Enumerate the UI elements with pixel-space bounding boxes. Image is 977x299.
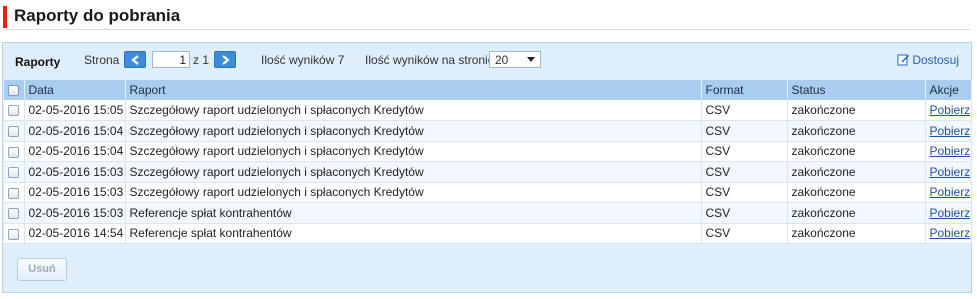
cell-date: 02-05-2016 15:03 [24,161,126,183]
row-checkbox-cell [4,202,25,224]
page-label: Strona [84,53,120,67]
toolbar: Raporty Strona z 1 Ilość wyników 7 Ilość… [3,43,971,79]
reports-panel: Raporty Strona z 1 Ilość wyników 7 Ilość… [2,42,972,293]
cell-action: Pobierz [925,120,972,142]
row-checkbox[interactable] [8,146,19,158]
chevron-left-icon [131,55,139,65]
cell-report: Szczegółowy raport udzielonych i spłacon… [125,141,702,162]
cell-action: Pobierz [925,182,972,203]
table-row: 02-05-2016 15:04 Szczegółowy raport udzi… [4,120,972,142]
download-link[interactable]: Pobierz [930,103,971,117]
cell-report: Szczegółowy raport udzielonych i spłacon… [125,100,702,121]
cell-report: Szczegółowy raport udzielonych i spłacon… [125,182,702,203]
row-checkbox[interactable] [8,208,19,220]
cell-date: 02-05-2016 14:54 [24,223,126,244]
page-of-label: z 1 [193,53,210,67]
cell-format: CSV [701,141,788,162]
download-link[interactable]: Pobierz [930,124,971,138]
cell-action: Pobierz [925,100,972,121]
column-header-date[interactable]: Data [24,80,126,100]
select-all-cell [4,80,25,100]
cell-action: Pobierz [925,202,972,224]
row-checkbox-cell [4,161,25,183]
cell-action: Pobierz [925,223,972,244]
cell-status: zakończone [787,223,926,244]
column-header-status[interactable]: Status [787,80,926,100]
cell-status: zakończone [787,141,926,162]
cell-date: 02-05-2016 15:05 [24,100,126,121]
row-checkbox-cell [4,100,25,121]
section-label: Raporty [15,55,61,69]
cell-format: CSV [701,202,788,224]
download-link[interactable]: Pobierz [930,165,971,179]
cell-report: Referencje spłat kontrahentów [125,202,702,224]
row-checkbox[interactable] [8,126,19,138]
cell-date: 02-05-2016 15:04 [24,120,126,142]
cell-date: 02-05-2016 15:03 [24,202,126,224]
next-page-button[interactable] [214,51,236,68]
cell-status: zakończone [787,120,926,142]
page-number-input[interactable] [152,51,190,68]
table-header-row: Data Raport Format Status Akcje [4,80,972,100]
cell-format: CSV [701,120,788,142]
table-row: 02-05-2016 15:05 Szczegółowy raport udzi… [4,100,972,121]
download-link[interactable]: Pobierz [930,144,971,158]
customize-label: Dostosuj [912,53,959,67]
page-header: Raporty do pobrania [3,4,971,30]
download-link[interactable]: Pobierz [930,185,971,199]
cell-date: 02-05-2016 15:04 [24,141,126,162]
cell-format: CSV [701,182,788,203]
column-header-format[interactable]: Format [701,80,788,100]
cell-format: CSV [701,100,788,121]
row-checkbox[interactable] [8,187,19,199]
reports-table: Data Raport Format Status Akcje 02-05-20… [4,80,972,244]
per-page-select[interactable]: 20 [489,51,541,68]
column-header-report[interactable]: Raport [125,80,702,100]
cell-report: Szczegółowy raport udzielonych i spłacon… [125,120,702,142]
per-page-value: 20 [495,53,509,67]
table-row: 02-05-2016 15:04 Szczegółowy raport udzi… [4,141,972,162]
caret-down-icon [527,57,535,62]
cell-report: Referencje spłat kontrahentów [125,223,702,244]
row-checkbox-cell [4,223,25,244]
cell-action: Pobierz [925,161,972,183]
cell-status: zakończone [787,161,926,183]
row-checkbox-cell [4,120,25,142]
cell-format: CSV [701,161,788,183]
table-row: 02-05-2016 15:03 Szczegółowy raport udzi… [4,182,972,203]
edit-icon [897,54,910,66]
row-checkbox[interactable] [8,105,19,117]
row-checkbox[interactable] [8,228,19,240]
row-checkbox-cell [4,182,25,203]
cell-report: Szczegółowy raport udzielonych i spłacon… [125,161,702,183]
column-header-actions: Akcje [925,80,972,100]
download-link[interactable]: Pobierz [930,206,971,220]
cell-status: zakończone [787,182,926,203]
row-checkbox-cell [4,141,25,162]
row-checkbox[interactable] [8,167,19,179]
customize-link[interactable]: Dostosuj [897,53,959,67]
table-row: 02-05-2016 14:54 Referencje spłat kontra… [4,223,972,244]
cell-status: zakończone [787,202,926,224]
table-row: 02-05-2016 15:03 Szczegółowy raport udzi… [4,161,972,183]
title-accent-bar [3,6,7,28]
cell-status: zakończone [787,100,926,121]
page-title: Raporty do pobrania [14,6,181,25]
cell-action: Pobierz [925,141,972,162]
cell-date: 02-05-2016 15:03 [24,182,126,203]
cell-format: CSV [701,223,788,244]
prev-page-button[interactable] [124,51,146,68]
per-page-label: Ilość wyników na stronie [365,53,495,67]
chevron-right-icon [222,55,230,65]
results-count: Ilość wyników 7 [261,53,345,67]
table-row: 02-05-2016 15:03 Referencje spłat kontra… [4,202,972,224]
select-all-checkbox[interactable] [8,85,19,97]
download-link[interactable]: Pobierz [930,226,971,240]
delete-button[interactable]: Usuń [17,258,67,281]
